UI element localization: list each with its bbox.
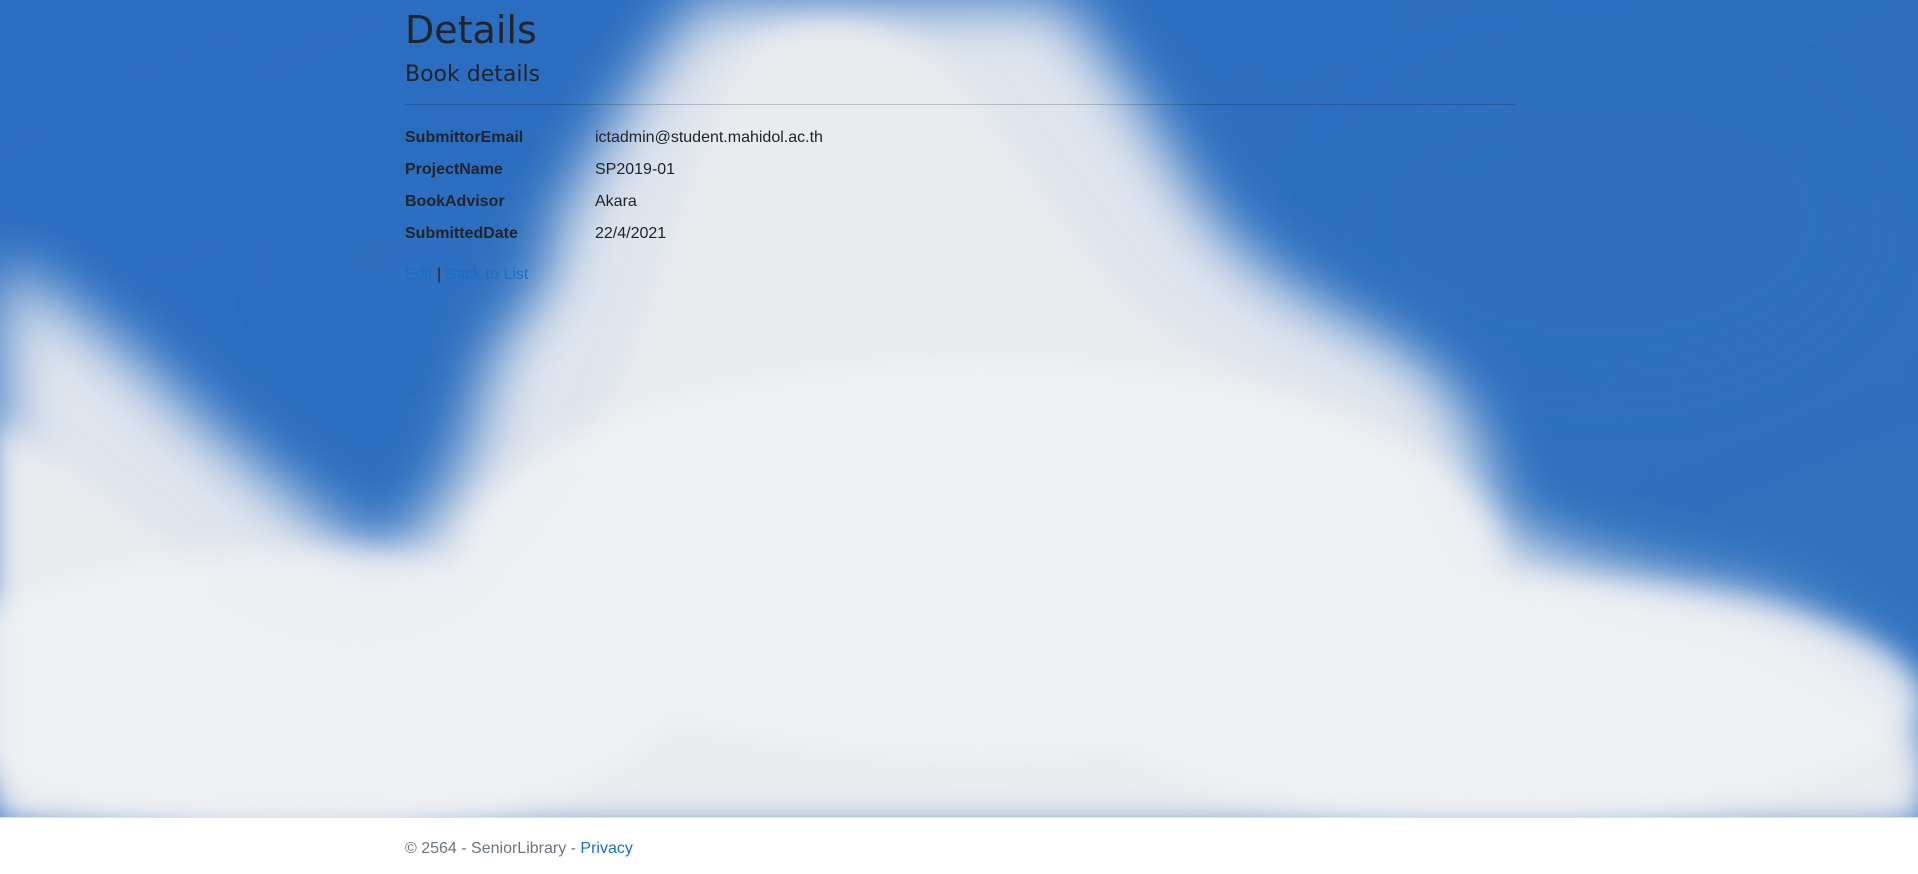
details-list: SubmittorEmail ictadmin@student.mahidol.… [405, 122, 1105, 250]
detail-row-submittor-email: SubmittorEmail ictadmin@student.mahidol.… [405, 122, 1105, 154]
footer: © 2564 - SeniorLibrary - Privacy [0, 817, 1918, 874]
back-to-list-link[interactable]: Back to List [446, 266, 529, 283]
detail-value: Akara [595, 193, 637, 210]
page-subtitle: Book details [405, 62, 541, 87]
page-title: Details [405, 8, 537, 52]
detail-label: BookAdvisor [405, 193, 505, 210]
footer-content: © 2564 - SeniorLibrary - Privacy [405, 840, 633, 858]
detail-label: SubmittorEmail [405, 129, 524, 146]
actions-bar: Edit | Back to List [405, 266, 528, 284]
detail-value: ictadmin@student.mahidol.ac.th [595, 129, 823, 146]
detail-label: ProjectName [405, 161, 503, 178]
footer-copyright: © 2564 - SeniorLibrary - [405, 840, 581, 857]
detail-value: 22/4/2021 [595, 225, 667, 242]
link-separator: | [437, 266, 442, 283]
detail-row-project-name: ProjectName SP2019-01 [405, 154, 1105, 186]
detail-value: SP2019-01 [595, 161, 676, 178]
detail-row-submitted-date: SubmittedDate 22/4/2021 [405, 218, 1105, 250]
edit-link[interactable]: Edit [405, 266, 433, 283]
detail-label: SubmittedDate [405, 225, 518, 242]
detail-row-book-advisor: BookAdvisor Akara [405, 186, 1105, 218]
privacy-link[interactable]: Privacy [580, 840, 632, 857]
divider [405, 104, 1515, 105]
